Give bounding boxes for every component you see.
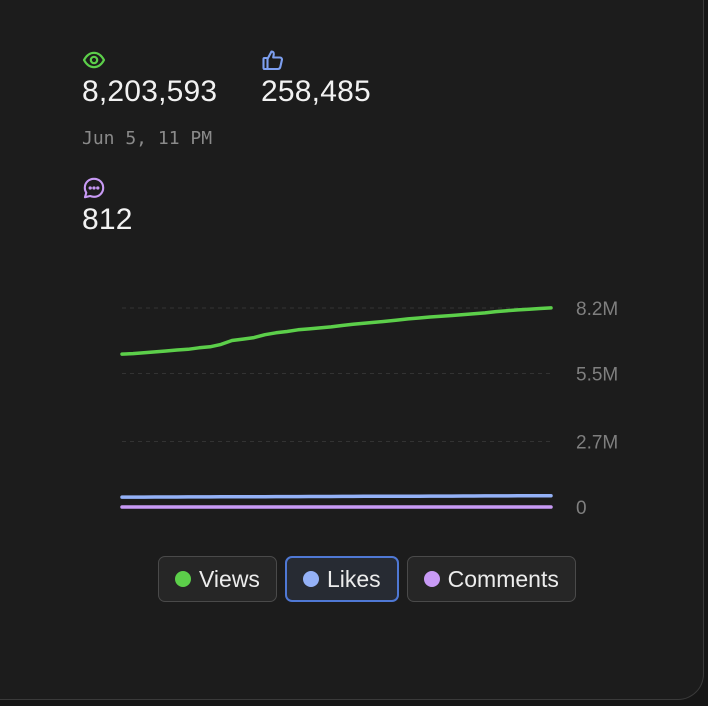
line-chart: 8.2M 5.5M 2.7M 0 [120, 299, 618, 519]
legend-views-label: Views [199, 565, 260, 592]
series-line-views [120, 306, 553, 356]
chart-legend: Views Likes Comments [158, 556, 576, 602]
legend-likes-button[interactable]: Likes [284, 556, 399, 602]
y-tick-label: 2.7M [576, 432, 618, 453]
series-line-likes [120, 493, 553, 499]
legend-comments-button[interactable]: Comments [406, 556, 576, 602]
legend-likes-label: Likes [326, 565, 381, 592]
views-dot-icon [175, 571, 191, 587]
y-tick-label: 5.5M [576, 365, 618, 386]
analytics-card: 8,203,593 258,485 Jun 5, 11 PM 812 8.2M 5… [0, 0, 704, 700]
comments-dot-icon [423, 571, 440, 587]
likes-dot-icon [302, 571, 319, 587]
legend-comments-label: Comments [447, 565, 559, 592]
y-tick-label: 0 [576, 498, 587, 519]
legend-views-button[interactable]: Views [158, 556, 277, 602]
y-tick-label: 8.2M [576, 299, 618, 320]
